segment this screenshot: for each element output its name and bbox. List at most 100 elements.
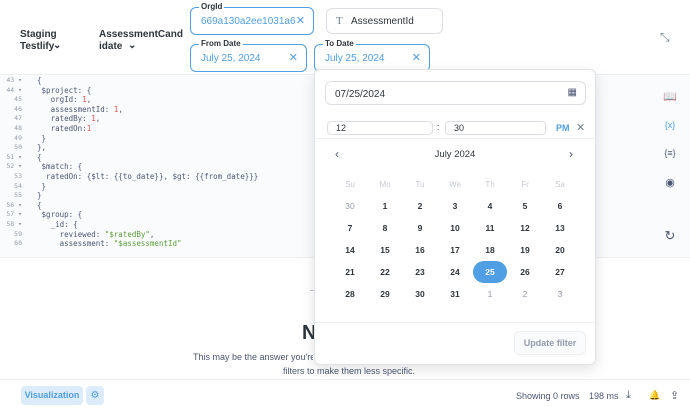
code-token: "$ratedBy": [104, 229, 150, 239]
gear-icon[interactable]: ⚙: [86, 386, 104, 405]
share-icon[interactable]: ⇪: [670, 389, 679, 402]
snippets-icon[interactable]: {≡}: [662, 148, 678, 158]
filter-to-date-value: July 25, 2024: [325, 53, 385, 64]
line-number: 54: [14, 181, 22, 190]
line-number: 57 ▾: [6, 210, 22, 219]
eye-icon[interactable]: ◉: [662, 176, 678, 189]
code-token: $match: {: [28, 162, 83, 172]
breadcrumb-collection[interactable]: AssessmentCand idate: [99, 29, 183, 53]
calendar-day[interactable]: 4: [473, 195, 507, 217]
line-number: 50: [14, 143, 22, 152]
calendar-day[interactable]: 19: [508, 239, 542, 261]
hour-input[interactable]: 12: [327, 121, 433, 135]
download-icon[interactable]: ⤓: [626, 389, 631, 402]
calendar-day[interactable]: 20: [543, 239, 577, 261]
variables-icon[interactable]: {x}: [662, 120, 678, 130]
code-line: $project: {: [28, 86, 258, 96]
calendar-day[interactable]: 1: [473, 283, 507, 305]
calendar-day[interactable]: 3: [543, 283, 577, 305]
calendar-day[interactable]: 18: [473, 239, 507, 261]
date-input-value: 07/25/2024: [335, 89, 386, 100]
date-input[interactable]: 07/25/2024 ▦: [325, 81, 586, 105]
calendar-day[interactable]: 26: [508, 261, 542, 283]
calendar-day[interactable]: 14: [333, 239, 367, 261]
chevron-right-icon[interactable]: ›: [569, 147, 573, 161]
line-number: 60: [14, 239, 22, 248]
line-number: 46: [14, 104, 22, 113]
calendar-day[interactable]: 31: [438, 283, 472, 305]
calendar-day[interactable]: 23: [403, 261, 437, 283]
code-token: $project: {: [28, 85, 92, 95]
calendar-day[interactable]: 8: [368, 217, 402, 239]
line-number: 44 ▾: [6, 85, 22, 94]
calendar-day[interactable]: 2: [403, 195, 437, 217]
calendar-day[interactable]: 9: [403, 217, 437, 239]
minute-input[interactable]: 30: [445, 121, 546, 135]
code-token: }: [28, 181, 47, 191]
weekday-label: Tu: [415, 180, 425, 189]
code-token: assessmentId:: [28, 104, 114, 114]
close-icon[interactable]: ✕: [576, 121, 585, 134]
code-area[interactable]: { $project: { orgId: 1, assessmentId: 1,…: [28, 76, 258, 249]
calendar-day[interactable]: 16: [403, 239, 437, 261]
calendar-icon[interactable]: ▦: [568, 87, 577, 98]
close-icon[interactable]: ✕: [296, 14, 305, 27]
filter-from-date[interactable]: From Date July 25, 2024 ✕: [190, 39, 307, 72]
collapse-editor-icon[interactable]: ⤡: [660, 30, 670, 45]
calendar-day[interactable]: 2: [508, 283, 542, 305]
calendar-day[interactable]: 22: [368, 261, 402, 283]
book-icon[interactable]: 📖: [662, 90, 678, 103]
filter-to-date[interactable]: To Date July 25, 2024 ✕: [314, 39, 430, 72]
code-token: ,: [149, 229, 155, 239]
close-icon[interactable]: ✕: [289, 51, 298, 64]
filter-orgid[interactable]: OrgId 669a130a2ee1031a65ca ✕: [190, 2, 314, 35]
refresh-icon[interactable]: ↻: [662, 228, 678, 244]
code-line: {: [28, 153, 258, 163]
code-token: {: [28, 200, 42, 210]
calendar-day[interactable]: 24: [438, 261, 472, 283]
calendar-day[interactable]: 5: [508, 195, 542, 217]
am-pm-toggle[interactable]: PM: [556, 123, 570, 133]
calendar-day[interactable]: 25: [473, 261, 507, 283]
calendar-day[interactable]: 15: [368, 239, 402, 261]
update-filter-button[interactable]: Update filter: [514, 331, 586, 355]
calendar-day[interactable]: 3: [438, 195, 472, 217]
line-number: 59: [14, 229, 22, 238]
code-line: },: [28, 143, 258, 153]
calendar-day[interactable]: 7: [333, 217, 367, 239]
query-footer: Visualization ⚙ Showing 0 rows 198 ms ⤓ …: [0, 379, 690, 410]
calendar-day[interactable]: 28: [333, 283, 367, 305]
calendar-day[interactable]: 30: [333, 195, 367, 217]
calendar-day[interactable]: 1: [368, 195, 402, 217]
code-token: assessment:: [28, 239, 114, 249]
calendar-day[interactable]: 11: [473, 217, 507, 239]
calendar-day[interactable]: 10: [438, 217, 472, 239]
breadcrumb-database[interactable]: Staging Testlify: [20, 29, 80, 53]
bell-icon[interactable]: 🔔: [649, 390, 660, 401]
filter-assessmentid[interactable]: T AssessmentId: [326, 8, 443, 34]
close-icon[interactable]: ✕: [412, 51, 421, 64]
chevron-down-icon: ⌄: [53, 40, 62, 51]
code-token: reviewed:: [28, 229, 105, 239]
divider: [315, 322, 595, 323]
calendar-day[interactable]: 17: [438, 239, 472, 261]
code-token: }: [28, 133, 47, 143]
code-token: orgId:: [28, 95, 83, 105]
calendar-day[interactable]: 29: [368, 283, 402, 305]
calendar-day[interactable]: 30: [403, 283, 437, 305]
code-line: {: [28, 76, 258, 86]
filter-orgid-value: 669a130a2ee1031a65ca: [201, 16, 296, 27]
visualization-button[interactable]: Visualization: [21, 386, 83, 405]
calendar-day[interactable]: 27: [543, 261, 577, 283]
calendar-day[interactable]: 21: [333, 261, 367, 283]
code-line: assessmentId: 1,: [28, 105, 258, 115]
code-token: "$assessmentId": [113, 239, 182, 249]
code-token: ,: [86, 95, 92, 105]
calendar-day[interactable]: 13: [543, 217, 577, 239]
code-line: _id: {: [28, 220, 258, 230]
line-number: 48: [14, 123, 22, 132]
code-token: }: [28, 191, 42, 201]
calendar-day[interactable]: 6: [543, 195, 577, 217]
calendar-day[interactable]: 12: [508, 217, 542, 239]
code-line: }: [28, 191, 258, 201]
